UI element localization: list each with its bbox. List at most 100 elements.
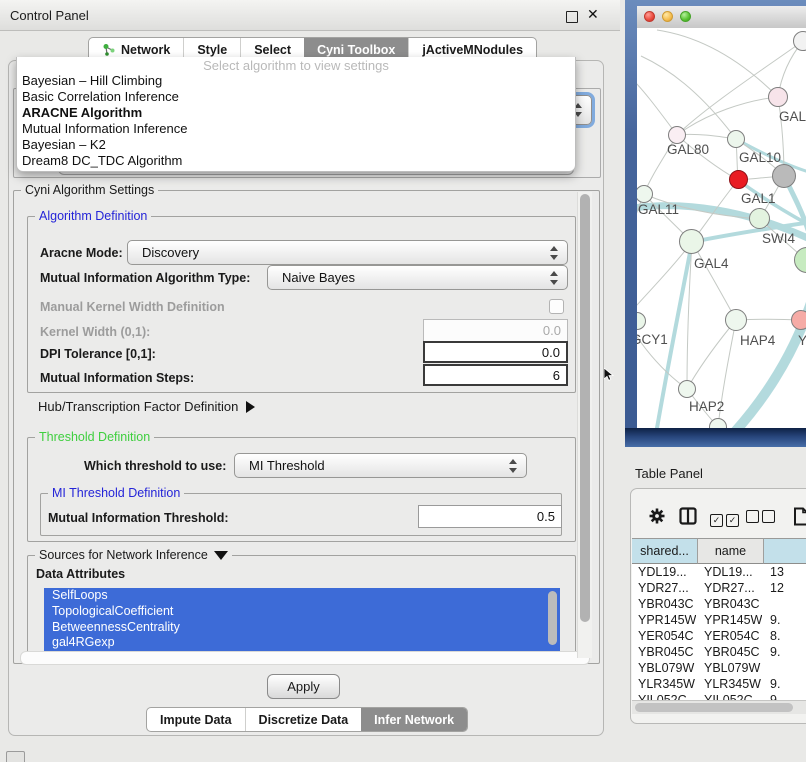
table-cell[interactable] <box>770 596 806 612</box>
network-view-canvas[interactable]: GAL GAL80 GAL10 GAL1 GAL11 SWI4 GAL4 GCY… <box>637 28 806 428</box>
table-cell[interactable]: YIL052C <box>638 692 696 700</box>
table-cell[interactable]: YBL079W <box>704 660 762 676</box>
table-cell[interactable]: YBL079W <box>638 660 696 676</box>
split-view-icon[interactable] <box>679 507 697 525</box>
table-cell[interactable]: YBR043C <box>704 596 762 612</box>
scrollbar-thumb[interactable] <box>580 194 590 622</box>
node-label: GAL11 <box>638 202 679 217</box>
combo-arrows-icon <box>509 458 517 474</box>
close-icon[interactable]: ✕ <box>587 6 599 23</box>
aracne-mode-label: Aracne Mode: <box>40 246 123 260</box>
mi-algorithm-type-combobox[interactable]: Naive Bayes <box>267 265 568 290</box>
file-icon[interactable] <box>793 507 806 526</box>
close-traffic-light-icon[interactable] <box>644 11 655 22</box>
table-cell[interactable]: YDL19... <box>638 564 696 580</box>
hub-definition-toggle[interactable]: Hub/Transcription Factor Definition <box>38 399 255 414</box>
which-threshold-label: Which threshold to use: <box>84 459 226 473</box>
table-cell[interactable]: YBR043C <box>638 596 696 612</box>
gear-icon[interactable] <box>648 507 666 525</box>
table-cell[interactable]: YIL052C <box>704 692 762 700</box>
column-header-shared[interactable]: shared... <box>632 538 698 564</box>
node-label: GAL4 <box>694 256 729 271</box>
network-node[interactable] <box>768 87 788 107</box>
list-item[interactable]: TopologicalCoefficient <box>44 604 560 620</box>
network-node-selected[interactable] <box>729 170 748 189</box>
table-cell[interactable]: 9. <box>770 676 806 692</box>
tab-label: Discretize Data <box>259 709 349 731</box>
minimize-traffic-light-icon[interactable] <box>662 11 673 22</box>
table-horizontal-scrollbar[interactable] <box>632 700 806 714</box>
combo-value: Naive Bayes <box>282 270 355 285</box>
list-scrollbar-thumb[interactable] <box>548 591 557 645</box>
table-cell[interactable]: 9. <box>770 692 806 700</box>
float-window-icon[interactable] <box>566 11 578 23</box>
table-cell[interactable] <box>770 660 806 676</box>
table-cell[interactable]: YPR145W <box>704 612 762 628</box>
dock-icon[interactable] <box>6 751 25 762</box>
control-panel-titlebar <box>0 0 620 31</box>
which-threshold-combobox[interactable]: MI Threshold <box>234 453 527 478</box>
node-label: GCY1 <box>637 332 668 347</box>
table-cell[interactable]: YDR27... <box>638 580 696 596</box>
dropdown-item[interactable]: Dream8 DC_TDC Algorithm <box>17 153 575 169</box>
network-window-titlebar[interactable] <box>637 6 806 29</box>
apply-button[interactable]: Apply <box>267 674 340 699</box>
data-attributes-list[interactable]: SelfLoops TopologicalCoefficient Between… <box>44 588 560 651</box>
column-header-partial[interactable]: A <box>764 538 806 564</box>
scrollbar-thumb[interactable] <box>635 703 793 712</box>
node-label: GAL1 <box>741 191 776 206</box>
table-cell[interactable]: 12 <box>770 580 806 596</box>
table-cell[interactable]: 8. <box>770 628 806 644</box>
dpi-tolerance-label: DPI Tolerance [0,1]: <box>40 347 156 361</box>
mi-steps-field[interactable]: 6 <box>423 364 568 386</box>
table-cell[interactable]: YDL19... <box>704 564 762 580</box>
aracne-mode-combobox[interactable]: Discovery <box>127 240 568 265</box>
table-cell[interactable]: YLR345W <box>704 676 762 692</box>
table-cell[interactable]: YBR045C <box>638 644 696 660</box>
column-header-name[interactable]: name <box>698 538 764 564</box>
mi-threshold-field[interactable]: 0.5 <box>418 505 562 528</box>
table-cell[interactable]: 13 <box>770 564 806 580</box>
dpi-tolerance-field[interactable]: 0.0 <box>423 341 568 363</box>
select-all-icon[interactable]: ✓✓ <box>710 510 739 528</box>
table-cell[interactable]: YLR345W <box>638 676 696 692</box>
table-cell[interactable]: YPR145W <box>638 612 696 628</box>
table-cell[interactable]: YER054C <box>704 628 762 644</box>
dropdown-item[interactable]: Mutual Information Inference <box>17 121 575 137</box>
zoom-traffic-light-icon[interactable] <box>680 11 691 22</box>
settings-scrollbar[interactable] <box>577 192 592 658</box>
combo-arrows-icon <box>550 245 558 261</box>
table-cell[interactable]: 9. <box>770 612 806 628</box>
tab-infer-network[interactable]: Infer Network <box>361 708 467 731</box>
node-label: GAL <box>779 109 806 124</box>
sources-group-title[interactable]: Sources for Network Inference <box>35 548 232 562</box>
dropdown-item[interactable]: Bayesian – Hill Climbing <box>17 73 575 89</box>
network-node[interactable] <box>772 164 796 188</box>
network-node[interactable] <box>679 229 704 254</box>
network-node[interactable] <box>727 130 745 148</box>
table-cell[interactable]: YER054C <box>638 628 696 644</box>
list-item[interactable]: SelfLoops <box>44 588 560 604</box>
table-cell[interactable]: 9. <box>770 644 806 660</box>
dropdown-item[interactable]: Bayesian – K2 <box>17 137 575 153</box>
table-body[interactable]: YDL19... YDL19... 13 YDR27... YDR27... 1… <box>632 564 806 700</box>
network-window-bottom-border <box>625 428 806 447</box>
list-item[interactable]: gal4RGexp <box>44 635 560 651</box>
table-cell[interactable]: YDR27... <box>704 580 762 596</box>
dropdown-item-highlighted[interactable]: ARACNE Algorithm <box>17 105 575 121</box>
network-node[interactable] <box>793 31 806 51</box>
horizontal-scrollbar[interactable] <box>20 651 590 665</box>
list-item[interactable]: BetweennessCentrality <box>44 620 560 636</box>
manual-kernel-width-checkbox[interactable] <box>549 299 564 314</box>
tab-discretize-data[interactable]: Discretize Data <box>245 708 362 731</box>
tab-impute-data[interactable]: Impute Data <box>147 708 245 731</box>
network-node[interactable] <box>678 380 696 398</box>
network-node[interactable] <box>749 208 770 229</box>
network-node[interactable] <box>791 310 806 330</box>
table-cell[interactable]: YBR045C <box>704 644 762 660</box>
deselect-all-icon[interactable] <box>746 510 775 528</box>
group-title: Cyni Algorithm Settings <box>21 183 158 197</box>
kernel-width-field[interactable]: 0.0 <box>423 319 568 342</box>
dropdown-item[interactable]: Basic Correlation Inference <box>17 89 575 105</box>
network-node[interactable] <box>725 309 747 331</box>
